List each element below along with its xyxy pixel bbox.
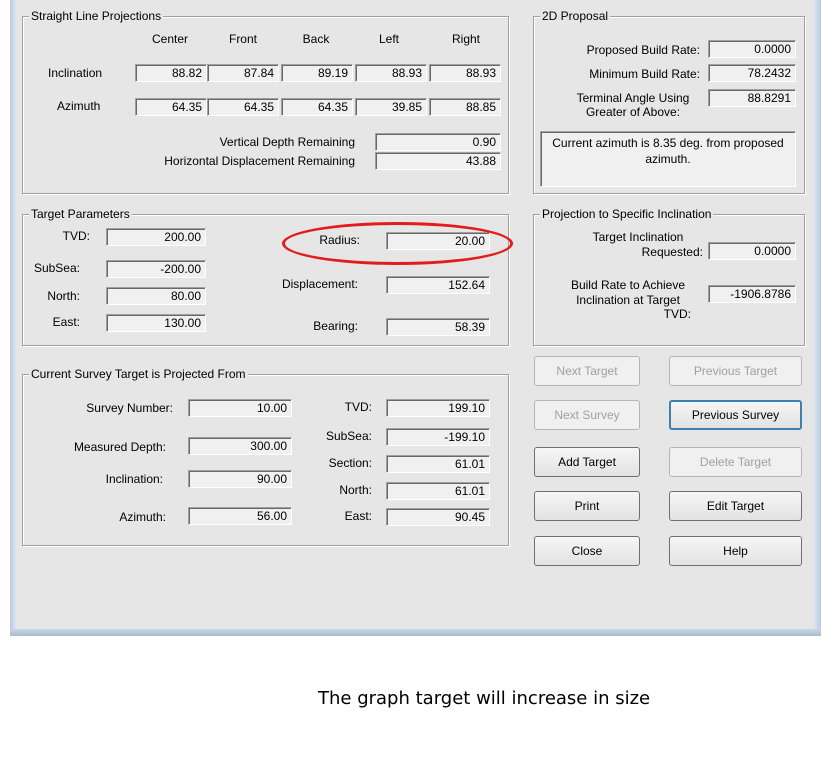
azimuth-front-field[interactable]: 64.35 <box>207 98 279 116</box>
azimuth-left-field[interactable]: 39.85 <box>355 98 427 116</box>
group-title: Target Parameters <box>29 207 132 221</box>
column-header-right: Right <box>451 32 480 46</box>
target-north-field[interactable]: 80.00 <box>106 287 206 305</box>
group-title: Projection to Specific Inclination <box>540 207 714 221</box>
close-button[interactable]: Close <box>534 536 640 566</box>
survey-number-label: Survey Number: <box>86 401 173 415</box>
inclination-row-label: Inclination <box>48 66 103 80</box>
print-button[interactable]: Print <box>534 491 640 521</box>
window-frame-left <box>10 0 16 636</box>
survey-subsea-field[interactable]: -199.10 <box>386 428 490 446</box>
build-rate-achieve-label-line1: Build Rate to Achieve <box>570 278 686 292</box>
survey-subsea-label: SubSea: <box>325 429 372 443</box>
window-frame-bottom <box>10 629 821 636</box>
help-button[interactable]: Help <box>669 536 802 566</box>
inclination-left-field[interactable]: 88.93 <box>355 64 427 82</box>
proposed-build-rate-label: Proposed Build Rate: <box>586 43 700 57</box>
target-east-label: East: <box>52 315 80 329</box>
survey-section-field[interactable]: 61.01 <box>386 455 490 473</box>
target-subsea-label: SubSea: <box>33 261 80 275</box>
azimuth-right-field[interactable]: 88.85 <box>429 98 501 116</box>
target-displacement-field[interactable]: 152.64 <box>386 276 490 294</box>
previous-target-button[interactable]: Previous Target <box>669 356 802 386</box>
minimum-build-rate-label: Minimum Build Rate: <box>589 67 700 81</box>
target-tvd-label: TVD: <box>62 229 90 243</box>
radius-highlight-ellipse <box>282 222 513 265</box>
target-bearing-field[interactable]: 58.39 <box>386 318 490 336</box>
azimuth-back-field[interactable]: 64.35 <box>281 98 353 116</box>
group-title: Current Survey Target is Projected From <box>29 367 248 381</box>
survey-east-field[interactable]: 90.45 <box>386 508 490 526</box>
target-inclination-label-line1: Target Inclination <box>592 230 684 244</box>
azimuth-center-field[interactable]: 64.35 <box>135 98 207 116</box>
target-inclination-field[interactable]: 0.0000 <box>708 242 796 260</box>
terminal-angle-label-line1: Terminal Angle Using <box>576 91 690 105</box>
inclination-front-field[interactable]: 87.84 <box>207 64 279 82</box>
survey-azimuth-label: Azimuth: <box>119 510 166 524</box>
group-title: Straight Line Projections <box>29 9 164 23</box>
inclination-back-field[interactable]: 89.19 <box>281 64 353 82</box>
survey-tvd-field[interactable]: 199.10 <box>386 399 490 417</box>
survey-inclination-label: Inclination: <box>105 472 163 486</box>
edit-target-button[interactable]: Edit Target <box>669 491 802 521</box>
horizontal-displacement-remaining-field[interactable]: 43.88 <box>375 152 501 170</box>
survey-north-label: North: <box>339 483 372 497</box>
survey-number-field[interactable]: 10.00 <box>188 399 292 417</box>
azimuth-message-box: Current azimuth is 8.35 deg. from propos… <box>540 131 796 187</box>
horizontal-displacement-remaining-label: Horizontal Displacement Remaining <box>164 154 355 168</box>
next-survey-button[interactable]: Next Survey <box>534 400 640 430</box>
target-bearing-label: Bearing: <box>313 319 358 333</box>
build-rate-achieve-label-line2: Inclination at Target <box>576 293 680 307</box>
survey-tvd-label: TVD: <box>344 400 372 414</box>
delete-target-button[interactable]: Delete Target <box>669 447 802 477</box>
build-rate-achieve-label-line3: TVD: <box>663 307 691 321</box>
target-displacement-label: Displacement: <box>281 277 358 291</box>
survey-north-field[interactable]: 61.01 <box>386 482 490 500</box>
survey-east-label: East: <box>344 509 372 523</box>
inclination-center-field[interactable]: 88.82 <box>135 64 207 82</box>
survey-section-label: Section: <box>328 456 372 470</box>
build-rate-achieve-field[interactable]: -1906.8786 <box>708 285 796 303</box>
terminal-angle-field[interactable]: 88.8291 <box>708 89 796 107</box>
caption-text: The graph target will increase in size <box>318 688 651 709</box>
terminal-angle-label-line2: Greater of Above: <box>585 105 681 119</box>
vertical-depth-remaining-label: Vertical Depth Remaining <box>219 135 355 149</box>
survey-azimuth-field[interactable]: 56.00 <box>188 507 292 525</box>
azimuth-row-label: Azimuth <box>57 99 101 113</box>
target-subsea-field[interactable]: -200.00 <box>106 260 206 278</box>
target-tvd-field[interactable]: 200.00 <box>106 228 206 246</box>
previous-survey-button[interactable]: Previous Survey <box>669 400 802 430</box>
group-title: 2D Proposal <box>540 9 611 23</box>
column-header-left: Left <box>378 32 399 46</box>
inclination-right-field[interactable]: 88.93 <box>429 64 501 82</box>
column-header-center: Center <box>151 32 189 46</box>
add-target-button[interactable]: Add Target <box>534 447 640 477</box>
target-north-label: North: <box>47 289 80 303</box>
survey-inclination-field[interactable]: 90.00 <box>188 470 292 488</box>
vertical-depth-remaining-field[interactable]: 0.90 <box>375 133 501 151</box>
minimum-build-rate-field[interactable]: 78.2432 <box>708 64 796 82</box>
column-header-back: Back <box>302 32 330 46</box>
target-inclination-label-line2: Requested: <box>641 245 703 259</box>
next-target-button[interactable]: Next Target <box>534 356 640 386</box>
measured-depth-label: Measured Depth: <box>73 440 166 454</box>
target-east-field[interactable]: 130.00 <box>106 314 206 332</box>
proposed-build-rate-field[interactable]: 0.0000 <box>708 40 796 58</box>
measured-depth-field[interactable]: 300.00 <box>188 437 292 455</box>
column-header-front: Front <box>228 32 257 46</box>
window-frame-right <box>814 0 821 636</box>
